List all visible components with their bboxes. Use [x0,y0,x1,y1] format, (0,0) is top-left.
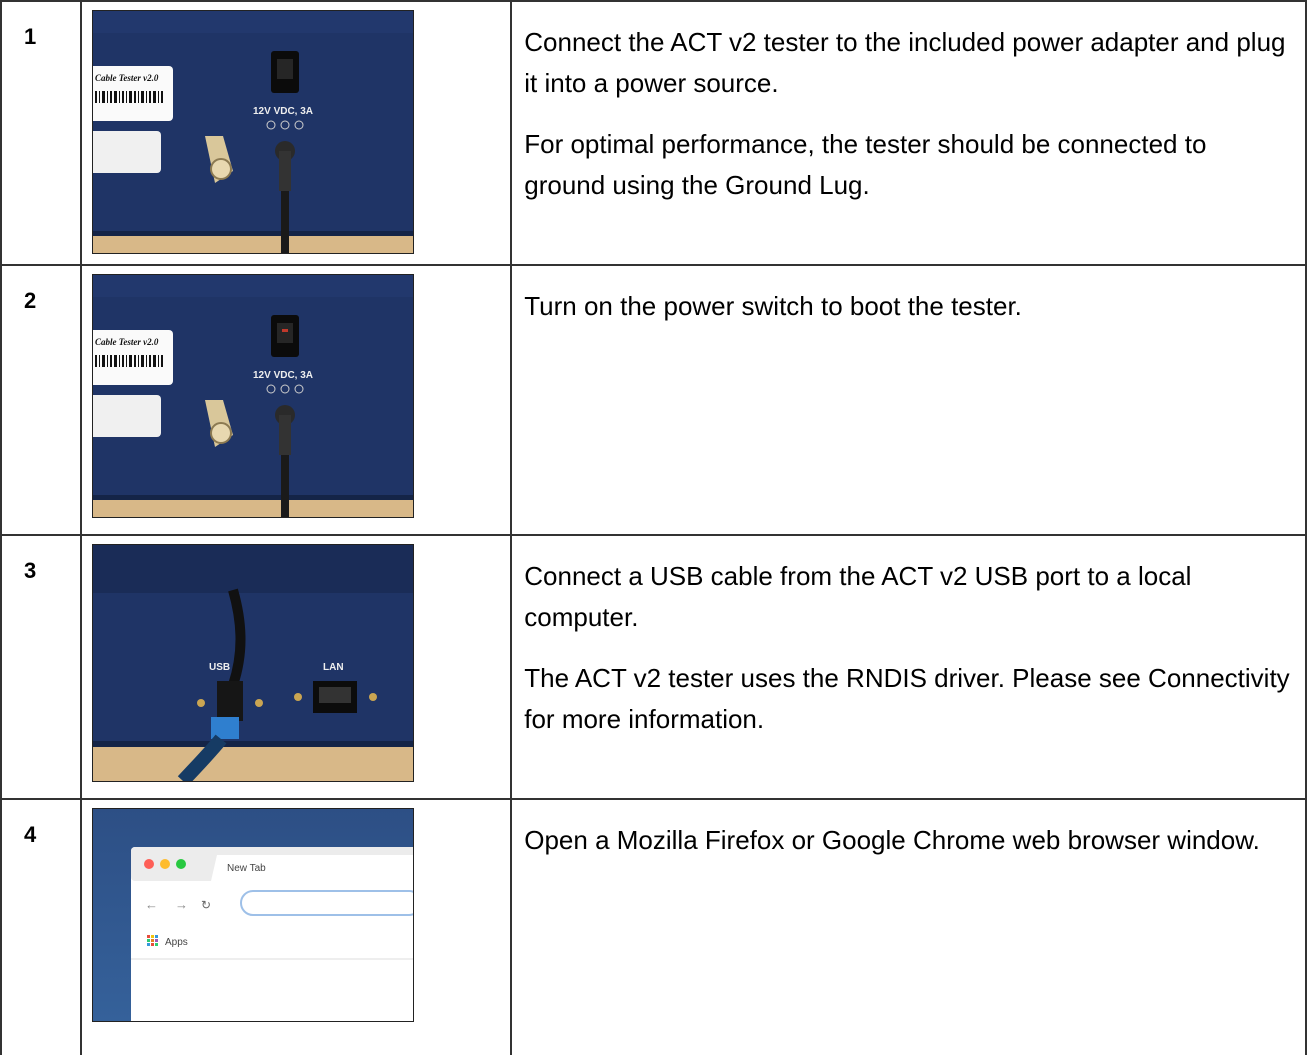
lan-label: LAN [323,662,344,673]
step-image-cell: Cable Tester v2.0 12V VDC, 3A [79,264,513,536]
step-number-cell: 1 [0,0,82,266]
step-text-cell: Turn on the power switch to boot the tes… [510,264,1307,536]
step-instruction: Connect the ACT v2 tester to the include… [524,27,1286,98]
usb-port-photo: USB LAN [91,544,414,782]
step-note: For optimal performance, the tester shou… [524,129,1207,200]
reload-icon: ↻ [201,898,211,912]
step-text-cell: Connect the ACT v2 tester to the include… [510,0,1307,266]
step-instruction: Turn on the power switch to boot the tes… [524,291,1022,321]
power-adapter-photo: Cable Tester v2.0 12V VDC, 3A [91,10,414,254]
label-text: Cable Tester v2.0 [95,337,159,347]
step-row: 1 Cable Tester v2.0 12V VDC, 3A Connect … [0,0,1307,266]
back-arrow-icon: ← [145,897,158,912]
step-number: 3 [24,558,37,583]
apps-label: Apps [165,937,188,948]
apps-grid-icon [146,935,158,946]
step-row: 2 Cable Tester v2.0 12V VDC, 3A Turn on … [0,264,1307,536]
tab-title: New Tab [227,863,266,874]
usb-label: USB [209,662,230,673]
steps-table: 1 Cable Tester v2.0 12V VDC, 3A Connect … [0,0,1307,1055]
step-image-cell: USB LAN [79,534,513,800]
power-switch-photo: Cable Tester v2.0 12V VDC, 3A [91,274,414,518]
step-number-cell: 2 [0,264,82,536]
step-image-cell: New Tab ← → ↻ Apps [79,798,513,1055]
step-image-cell: Cable Tester v2.0 12V VDC, 3A [79,0,513,266]
step-number: 1 [24,24,37,49]
power-label: 12V VDC, 3A [253,106,313,117]
step-text-cell: Connect a USB cable from the ACT v2 USB … [510,534,1307,800]
maximize-dot-icon [175,859,186,869]
label-text: Cable Tester v2.0 [95,73,159,83]
power-label: 12V VDC, 3A [253,370,313,381]
step-row: 3 USB LAN Connect a USB cable from the A… [0,534,1307,800]
step-number-cell: 4 [0,798,82,1055]
forward-arrow-icon: → [175,897,188,912]
step-note: The ACT v2 tester uses the RNDIS driver.… [524,663,1290,734]
step-text-cell: Open a Mozilla Firefox or Google Chrome … [510,798,1307,1055]
step-instruction: Connect a USB cable from the ACT v2 USB … [524,561,1192,632]
step-number-cell: 3 [0,534,82,800]
browser-window-screenshot: New Tab ← → ↻ Apps [91,808,414,1022]
step-number: 2 [24,288,37,313]
step-row: 4 New Tab ← → ↻ Apps Open a Mozilla Fire… [0,798,1307,1055]
minimize-dot-icon [159,859,170,869]
step-number: 4 [24,822,37,847]
close-dot-icon [143,859,154,869]
step-instruction: Open a Mozilla Firefox or Google Chrome … [524,825,1260,855]
